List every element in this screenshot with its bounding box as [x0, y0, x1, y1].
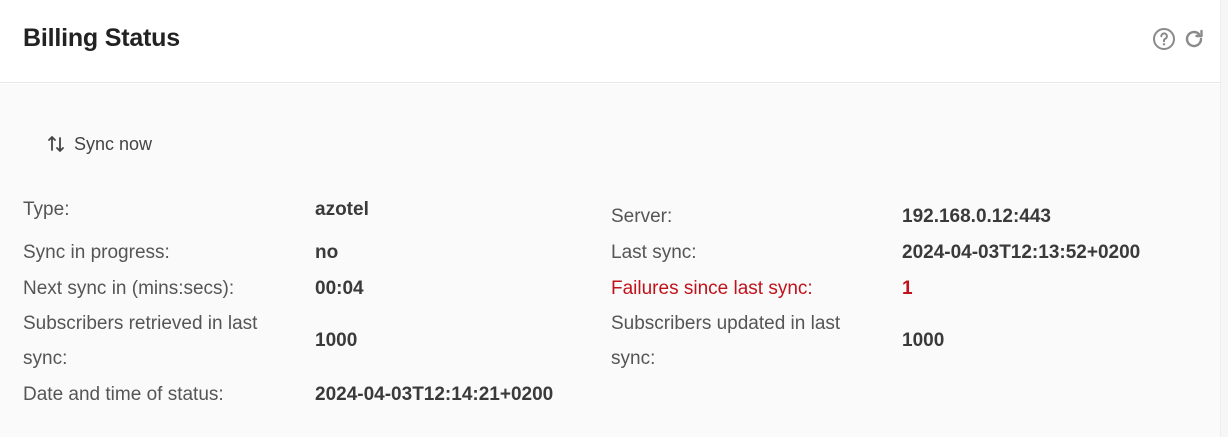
last-sync-value: 2024-04-03T12:13:52+0200	[902, 242, 1141, 263]
sync-in-progress-value: no	[315, 242, 339, 263]
card-body: Sync now Type: azotel Sync in progress: …	[0, 84, 1220, 437]
header-actions	[1152, 27, 1206, 51]
sync-in-progress-label: Sync in progress:	[23, 242, 170, 263]
status-time-value: 2024-04-03T12:14:21+0200	[315, 384, 554, 405]
subscribers-updated-row: Subscribers updated in last sync: 1000	[611, 306, 1171, 376]
page-title: Billing Status	[23, 24, 180, 52]
last-sync-label: Last sync:	[611, 242, 697, 263]
help-circle-icon[interactable]	[1152, 27, 1176, 51]
sync-now-button[interactable]: Sync now	[36, 128, 162, 160]
arrows-up-down-icon	[48, 136, 64, 152]
subscribers-retrieved-value: 1000	[315, 330, 358, 351]
last-sync-row: Last sync: 2024-04-03T12:13:52+0200	[611, 235, 1171, 270]
scrollbar[interactable]	[1220, 0, 1228, 437]
status-time-row: Date and time of status: 2024-04-03T12:1…	[23, 377, 583, 412]
server-row: Server: 192.168.0.12:443	[611, 199, 1171, 234]
subscribers-updated-label-line1: Subscribers updated in last	[611, 313, 841, 334]
subscribers-updated-label-line2: sync:	[611, 348, 656, 369]
subscribers-retrieved-label-line2: sync:	[23, 348, 68, 369]
failures-value: 1	[902, 278, 913, 299]
subscribers-retrieved-row: Subscribers retrieved in last sync: 1000	[23, 306, 583, 376]
next-sync-label: Next sync in (mins:secs):	[23, 278, 235, 299]
type-row: Type: azotel	[23, 192, 583, 227]
failures-row: Failures since last sync: 1	[611, 271, 1171, 306]
card-header: Billing Status	[0, 0, 1220, 83]
server-label: Server:	[611, 206, 673, 227]
sync-now-label: Sync now	[74, 133, 153, 154]
subscribers-retrieved-label-line1: Subscribers retrieved in last	[23, 313, 258, 334]
failures-label: Failures since last sync:	[611, 278, 813, 299]
refresh-icon[interactable]	[1182, 27, 1206, 51]
next-sync-row: Next sync in (mins:secs): 00:04	[23, 271, 583, 306]
billing-status-card: Billing Status Sync now Type: azotel Syn…	[0, 0, 1228, 437]
sync-in-progress-row: Sync in progress: no	[23, 235, 583, 270]
subscribers-updated-value: 1000	[902, 330, 945, 351]
next-sync-value: 00:04	[315, 278, 364, 299]
type-label: Type:	[23, 199, 70, 220]
status-time-label: Date and time of status:	[23, 384, 224, 405]
type-value: azotel	[315, 199, 369, 220]
server-value: 192.168.0.12:443	[902, 206, 1051, 227]
